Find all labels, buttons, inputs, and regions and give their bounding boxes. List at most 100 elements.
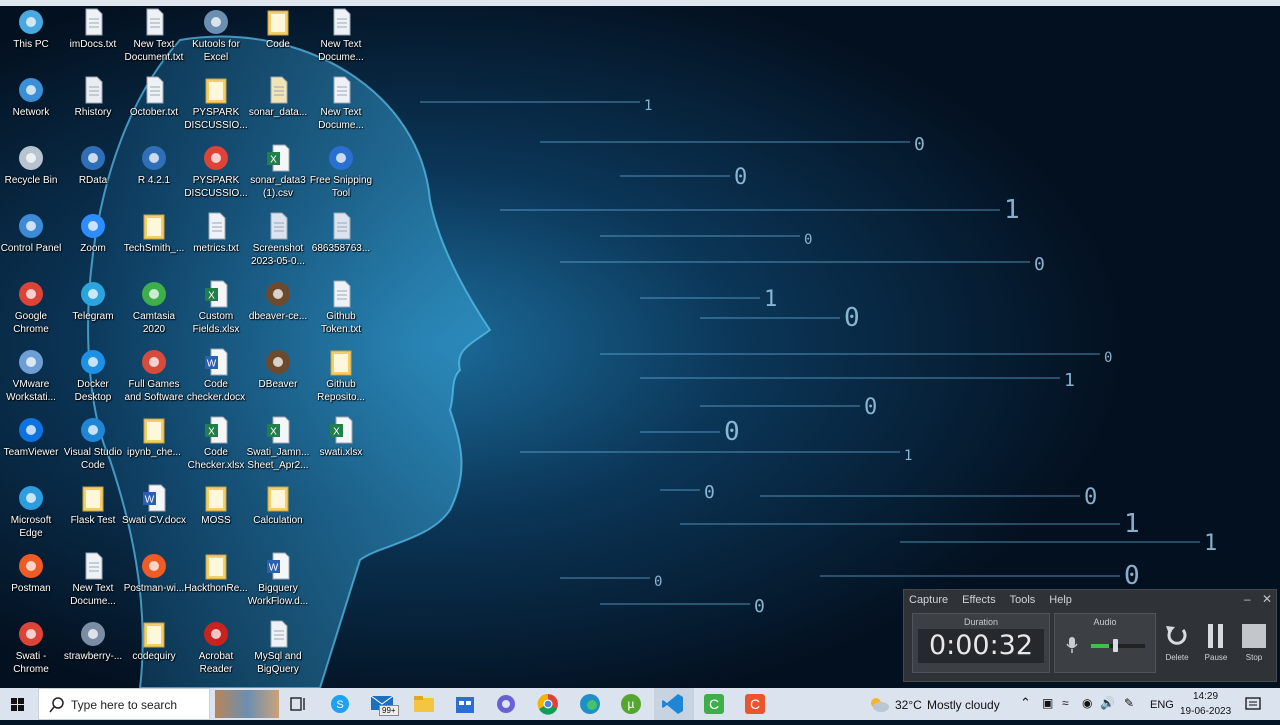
desktop-icon[interactable]: MySql and BigQuery: [245, 618, 311, 684]
language-indicator[interactable]: ENG: [1150, 699, 1174, 711]
desktop-icon[interactable]: Telegram: [60, 278, 126, 344]
edge-icon: [16, 484, 46, 512]
desktop-icon[interactable]: TeamViewer: [0, 414, 64, 480]
desktop-icon[interactable]: Screenshot 2023-05-0...: [245, 210, 311, 276]
desktop-icon[interactable]: Visual Studio Code: [60, 414, 126, 480]
desktop-icon[interactable]: Kutools for Excel: [183, 6, 249, 72]
volume-icon[interactable]: 🔊: [1100, 696, 1115, 710]
desktop-icon[interactable]: X Code Checker.xlsx: [183, 414, 249, 480]
desktop-icon[interactable]: dbeaver-ce...: [245, 278, 311, 344]
desktop-icon[interactable]: New Text Docume...: [60, 550, 126, 616]
search-highlight-image: [215, 690, 279, 718]
recycle-bin-icon: [16, 144, 46, 172]
wifi-icon[interactable]: ≈: [1062, 696, 1069, 710]
desktop-icon[interactable]: strawberry-...: [60, 618, 126, 684]
desktop-icon[interactable]: X Swati_Jamn... Sheet_Apr2...: [245, 414, 311, 480]
desktop-icon[interactable]: sonar_data...: [245, 74, 311, 140]
desktop-icon[interactable]: Postman: [0, 550, 64, 616]
menu-help[interactable]: Help: [1049, 594, 1072, 606]
notification-icon[interactable]: [1245, 697, 1261, 713]
desktop-icon[interactable]: Flask Test: [60, 482, 126, 548]
desktop-icon[interactable]: W Code checker.docx: [183, 346, 249, 412]
desktop-icon[interactable]: Microsoft Edge: [0, 482, 64, 548]
desktop-icon[interactable]: Github Token.txt: [308, 278, 374, 344]
desktop-icon[interactable]: MOSS: [183, 482, 249, 548]
desktop-icon[interactable]: Camtasia 2020: [121, 278, 187, 344]
desktop-icon[interactable]: Xswati.xlsx: [308, 414, 374, 480]
minimize-icon[interactable]: –: [1244, 592, 1251, 606]
taskbar-search-box[interactable]: Type here to search: [38, 688, 210, 720]
desktop-icon[interactable]: Postman-wi...: [121, 550, 187, 616]
desktop-icon[interactable]: Calculation: [245, 482, 311, 548]
desktop-icon[interactable]: VMware Workstati...: [0, 346, 64, 412]
desktop-icon[interactable]: RData: [60, 142, 126, 208]
desktop-icon[interactable]: Swati - Chrome: [0, 618, 64, 684]
desktop-icon[interactable]: W Bigquery WorkFlow.d...: [245, 550, 311, 616]
weather-temperature[interactable]: 32°C: [895, 698, 922, 712]
desktop-icon[interactable]: codequiry: [121, 618, 187, 684]
desktop-icon[interactable]: PYSPARK DISCUSSIO...: [183, 74, 249, 140]
clock-time[interactable]: 14:29: [1193, 691, 1218, 702]
installer-icon: [78, 620, 108, 648]
weather-description[interactable]: Mostly cloudy: [927, 698, 1000, 712]
desktop-icon[interactable]: metrics.txt: [183, 210, 249, 276]
desktop-icon[interactable]: Code: [245, 6, 311, 72]
desktop-icon[interactable]: Recycle Bin: [0, 142, 64, 208]
desktop-icon[interactable]: PYSPARK DISCUSSIO...: [183, 142, 249, 208]
mail-button[interactable]: 99+: [370, 692, 404, 716]
camtasia-recorder-icon[interactable]: C: [743, 692, 767, 716]
desktop-icon[interactable]: Control Panel: [0, 210, 64, 276]
desktop-icon[interactable]: HackthonRe...: [183, 550, 249, 616]
pen-icon[interactable]: ✎: [1124, 696, 1134, 710]
clock-date[interactable]: 19-06-2023: [1180, 706, 1231, 717]
desktop-icon[interactable]: ipynb_che...: [121, 414, 187, 480]
desktop-icon[interactable]: October.txt: [121, 74, 187, 140]
close-icon[interactable]: ✕: [1262, 592, 1272, 606]
desktop-icon[interactable]: Xsonar_data3 (1).csv: [245, 142, 311, 208]
desktop-icon[interactable]: DBeaver: [245, 346, 311, 412]
desktop-icon[interactable]: New Text Document.txt: [121, 6, 187, 72]
camtasia-icon[interactable]: C: [702, 692, 726, 716]
copilot-icon[interactable]: [494, 692, 518, 716]
desktop-icon[interactable]: R 4.2.1: [121, 142, 187, 208]
desktop-icon[interactable]: TechSmith_...: [121, 210, 187, 276]
chevron-up-icon[interactable]: ⌃: [1020, 695, 1031, 711]
task-view-icon[interactable]: [286, 692, 310, 716]
desktop-icon[interactable]: X Custom Fields.xlsx: [183, 278, 249, 344]
audio-level-fill: [1091, 644, 1109, 648]
utorrent-icon[interactable]: µ: [619, 692, 643, 716]
store-icon[interactable]: [453, 692, 477, 716]
desktop-icon[interactable]: Docker Desktop: [60, 346, 126, 412]
desktop-icon[interactable]: imDocs.txt: [60, 6, 126, 72]
desktop-icon[interactable]: This PC: [0, 6, 64, 72]
menu-capture[interactable]: Capture: [909, 594, 948, 606]
microphone-icon[interactable]: [1065, 636, 1079, 654]
vscode-icon[interactable]: [661, 692, 685, 716]
folder-icon: [139, 416, 169, 444]
file-explorer-icon[interactable]: [412, 692, 436, 716]
menu-tools[interactable]: Tools: [1010, 594, 1036, 606]
desktop-icon[interactable]: Free Snipping Tool: [308, 142, 374, 208]
desktop-icon[interactable]: 686358763...: [308, 210, 374, 276]
svg-text:S: S: [336, 699, 343, 711]
skype-icon[interactable]: S: [328, 692, 352, 716]
desktop-icon[interactable]: Network: [0, 74, 64, 140]
desktop-icon[interactable]: New Text Docume...: [308, 6, 374, 72]
desktop-icon[interactable]: Full Games and Software: [121, 346, 187, 412]
desktop-icon[interactable]: Google Chrome: [0, 278, 64, 344]
desktop-icon[interactable]: Rhistory: [60, 74, 126, 140]
camera-icon[interactable]: ◉: [1082, 696, 1092, 710]
chrome-icon[interactable]: [536, 692, 560, 716]
start-button[interactable]: [0, 688, 36, 720]
audio-slider-thumb[interactable]: [1113, 639, 1118, 652]
desktop-icon[interactable]: Github Reposito...: [308, 346, 374, 412]
desktop-icon[interactable]: Zoom: [60, 210, 126, 276]
desktop-icon[interactable]: New Text Docume...: [308, 74, 374, 140]
edge-icon[interactable]: [578, 692, 602, 716]
desktop-icon-label: HackthonRe...: [184, 583, 248, 594]
audio-level-slider[interactable]: [1091, 639, 1145, 652]
desktop-icon[interactable]: Acrobat Reader: [183, 618, 249, 684]
menu-effects[interactable]: Effects: [962, 594, 995, 606]
meet-now-icon[interactable]: ▣: [1042, 696, 1053, 710]
desktop-icon[interactable]: W Swati CV.docx: [121, 482, 187, 548]
